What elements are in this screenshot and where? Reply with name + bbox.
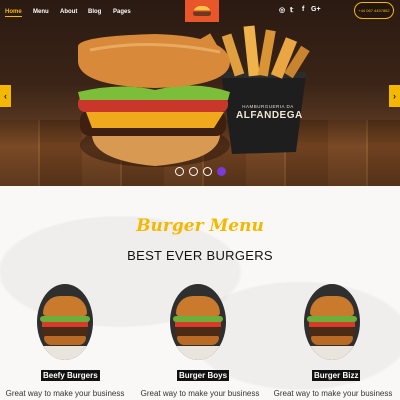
burger-hero-image	[78, 25, 310, 167]
slider-prev-button[interactable]: ‹	[0, 85, 11, 107]
section-script-title: Burger Menu	[136, 216, 264, 236]
nav-pages[interactable]: Pages	[113, 9, 131, 15]
card-text: Great way to make your business	[5, 389, 125, 398]
card-title[interactable]: Beefy Burgers	[41, 370, 100, 381]
slider-dot[interactable]	[189, 167, 198, 176]
burger-image[interactable]	[37, 284, 93, 360]
nav-home[interactable]: Home	[5, 9, 22, 17]
google-plus-icon[interactable]: G+	[311, 6, 321, 13]
section-title: BEST EVER BURGERS	[127, 248, 273, 263]
burger-logo-icon	[193, 6, 211, 16]
top-nav: Home Menu About Blog Pages ◎ 𝕥 f G+ +44 …	[0, 0, 400, 24]
slider-next-button[interactable]: ›	[389, 85, 400, 107]
phone-button[interactable]: +44 067 4457882	[354, 2, 394, 19]
cup-brand: ALFANDEGA	[236, 110, 303, 121]
card-text: Great way to make your business	[140, 389, 260, 398]
slider-dot[interactable]	[203, 167, 212, 176]
twitter-icon[interactable]: 𝕥	[290, 6, 293, 14]
burger-menu-section: Burger Menu BEST EVER BURGERS Beefy Burg…	[0, 186, 400, 400]
cup-subtitle: HAMBURGUERIA DA	[242, 104, 294, 109]
slider-dot[interactable]	[175, 167, 184, 176]
nav-blog[interactable]: Blog	[88, 9, 101, 15]
slider-dot-active[interactable]	[217, 167, 226, 176]
chevron-left-icon: ‹	[4, 91, 7, 101]
nav-menu[interactable]: Menu	[33, 9, 49, 15]
chevron-right-icon: ›	[393, 91, 396, 101]
slider-dots	[175, 167, 226, 176]
card-title[interactable]: Burger Bizz	[312, 370, 361, 381]
burger-image[interactable]	[304, 284, 360, 360]
site-logo[interactable]	[185, 0, 219, 22]
card-text: Great way to make your business	[273, 389, 393, 398]
facebook-icon[interactable]: f	[302, 6, 304, 13]
burger-image[interactable]	[170, 284, 226, 360]
card-title[interactable]: Burger Boys	[177, 370, 230, 381]
nav-about[interactable]: About	[60, 9, 77, 15]
instagram-icon[interactable]: ◎	[279, 6, 285, 14]
hero-slider: HAMBURGUERIA DA ALFANDEGA Home Menu Abou…	[0, 0, 400, 186]
phone-number: +44 067 4457882	[358, 8, 390, 13]
